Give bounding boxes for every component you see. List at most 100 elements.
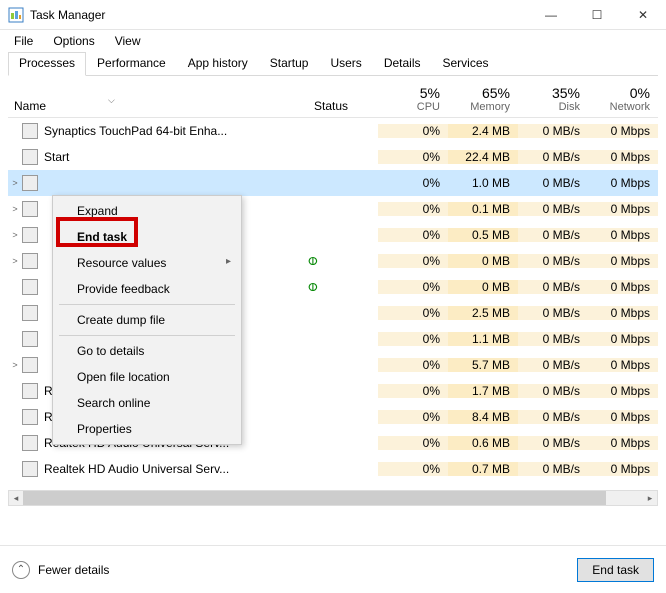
menu-separator [59,304,235,305]
menu-view[interactable]: View [107,32,149,50]
menu-go-to-details[interactable]: Go to details [55,338,239,364]
table-row[interactable]: >0%1.0 MB0 MB/s0 Mbps [8,170,658,196]
memory-value: 0.1 MB [448,202,518,216]
close-button[interactable]: ✕ [620,0,666,30]
menu-create-dump[interactable]: Create dump file [55,307,239,333]
network-value: 0 Mbps [588,150,658,164]
header-disk[interactable]: 35%Disk [518,81,588,117]
expand-icon[interactable]: > [8,256,22,266]
memory-value: 0.7 MB [448,462,518,476]
column-headers: Name ⌵ Status 5%CPU 65%Memory 35%Disk 0%… [8,76,658,118]
menu-separator [59,335,235,336]
menu-provide-feedback[interactable]: Provide feedback [55,276,239,302]
memory-value: 0.5 MB [448,228,518,242]
cpu-value: 0% [378,436,448,450]
memory-value: 2.5 MB [448,306,518,320]
tab-users[interactable]: Users [319,52,372,75]
network-value: 0 Mbps [588,176,658,190]
cpu-value: 0% [378,384,448,398]
menubar: File Options View [0,30,666,52]
cpu-value: 0% [378,358,448,372]
memory-value: 0 MB [448,280,518,294]
tab-app-history[interactable]: App history [177,52,259,75]
menu-resource-values[interactable]: Resource values [55,250,239,276]
memory-value: 1.1 MB [448,332,518,346]
titlebar: Task Manager — ☐ ✕ [0,0,666,30]
expand-icon[interactable]: > [8,230,22,240]
process-icon [22,461,38,477]
table-row[interactable]: Synaptics TouchPad 64-bit Enha...0%2.4 M… [8,118,658,144]
disk-value: 0 MB/s [518,254,588,268]
cpu-value: 0% [378,462,448,476]
disk-value: 0 MB/s [518,228,588,242]
process-icon [22,175,38,191]
tab-performance[interactable]: Performance [86,52,177,75]
process-status: ⵀ [308,254,378,268]
expand-icon[interactable]: > [8,360,22,370]
disk-value: 0 MB/s [518,202,588,216]
table-row[interactable]: Realtek HD Audio Universal Serv... 0%0.7 … [8,456,658,482]
network-value: 0 Mbps [588,124,658,138]
table-row[interactable]: Start0%22.4 MB0 MB/s0 Mbps [8,144,658,170]
menu-file[interactable]: File [6,32,41,50]
app-icon [8,7,24,23]
network-value: 0 Mbps [588,254,658,268]
memory-value: 8.4 MB [448,410,518,424]
tabs: Processes Performance App history Startu… [8,52,658,76]
header-memory[interactable]: 65%Memory [448,81,518,117]
process-name: Synaptics TouchPad 64-bit Enha... [44,124,308,138]
end-task-button[interactable]: End task [577,558,654,582]
disk-value: 0 MB/s [518,462,588,476]
cpu-value: 0% [378,150,448,164]
cpu-value: 0% [378,228,448,242]
menu-end-task[interactable]: End task [55,224,239,250]
network-value: 0 Mbps [588,280,658,294]
fewer-details-button[interactable]: ⌃ Fewer details [12,561,577,579]
cpu-value: 0% [378,202,448,216]
menu-open-file-location[interactable]: Open file location [55,364,239,390]
process-icon [22,435,38,451]
process-name: Realtek HD Audio Universal Serv... [44,462,308,476]
memory-value: 1.7 MB [448,384,518,398]
tab-processes[interactable]: Processes [8,52,86,76]
network-value: 0 Mbps [588,332,658,346]
disk-value: 0 MB/s [518,358,588,372]
cpu-value: 0% [378,280,448,294]
menu-properties[interactable]: Properties [55,416,239,442]
network-value: 0 Mbps [588,202,658,216]
scroll-right-icon[interactable]: ▸ [643,491,657,505]
network-value: 0 Mbps [588,228,658,242]
process-icon [22,383,38,399]
memory-value: 2.4 MB [448,124,518,138]
process-icon [22,201,38,217]
menu-search-online[interactable]: Search online [55,390,239,416]
expand-icon[interactable]: > [8,204,22,214]
memory-value: 0.6 MB [448,436,518,450]
process-icon [22,123,38,139]
tab-startup[interactable]: Startup [259,52,320,75]
tab-details[interactable]: Details [373,52,432,75]
maximize-button[interactable]: ☐ [574,0,620,30]
window-title: Task Manager [30,8,528,22]
cpu-value: 0% [378,410,448,424]
process-icon [22,305,38,321]
header-cpu[interactable]: 5%CPU [378,81,448,117]
footer: ⌃ Fewer details End task [0,545,666,593]
minimize-button[interactable]: — [528,0,574,30]
header-status[interactable]: Status [308,95,378,117]
header-network[interactable]: 0%Network [588,81,658,117]
header-name[interactable]: Name ⌵ [8,95,308,117]
menu-expand[interactable]: Expand [55,198,239,224]
horizontal-scrollbar[interactable]: ◂ ▸ [8,490,658,506]
tab-services[interactable]: Services [432,52,500,75]
network-value: 0 Mbps [588,358,658,372]
network-value: 0 Mbps [588,306,658,320]
process-icon [22,279,38,295]
disk-value: 0 MB/s [518,384,588,398]
expand-icon[interactable]: > [8,178,22,188]
network-value: 0 Mbps [588,384,658,398]
menu-options[interactable]: Options [45,32,102,50]
scroll-thumb[interactable] [23,491,606,505]
leaf-icon: ⵀ [308,282,318,294]
scroll-left-icon[interactable]: ◂ [9,491,23,505]
